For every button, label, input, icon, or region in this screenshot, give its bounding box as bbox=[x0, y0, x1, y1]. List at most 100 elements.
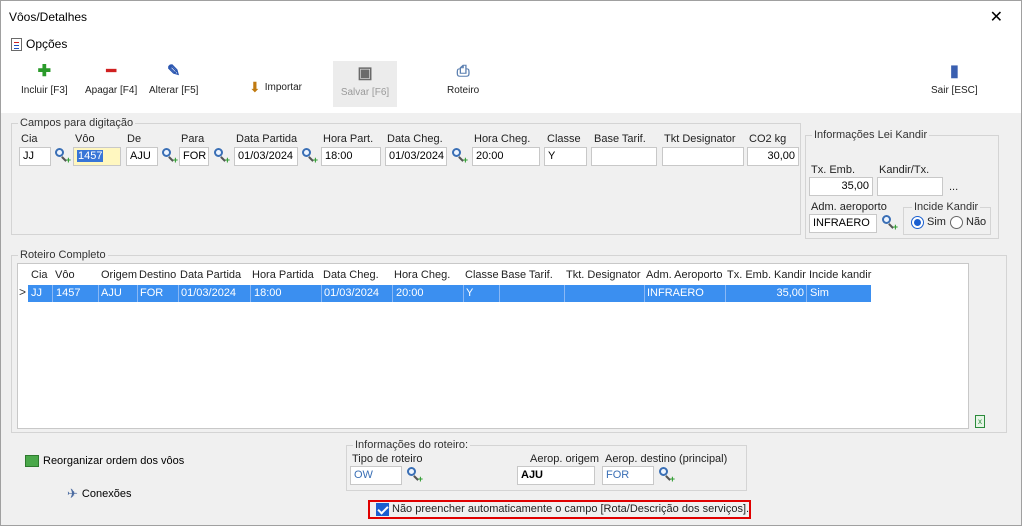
data-partida-input[interactable]: 01/03/2024 bbox=[234, 147, 298, 166]
search-tipo-roteiro-icon[interactable]: + bbox=[406, 467, 423, 484]
edit-pencil-icon: ✎ bbox=[167, 63, 181, 80]
kandir-tx-input[interactable] bbox=[877, 177, 943, 196]
tkt-designator-input[interactable] bbox=[662, 147, 744, 166]
reorganize-label: Reorganizar ordem dos vôos bbox=[43, 455, 185, 467]
window-title: Vôos/Detalhes bbox=[9, 10, 88, 24]
cell-hora-cheg: 20:00 bbox=[396, 287, 424, 299]
save-label: Salvar [F6] bbox=[340, 87, 390, 98]
incide-kandir-legend: Incide Kandir bbox=[914, 201, 979, 213]
document-icon bbox=[11, 37, 22, 51]
import-icon: ⬇ bbox=[249, 79, 261, 95]
delete-button[interactable]: ━ Apagar [F4] bbox=[85, 63, 137, 96]
menu-bar: Opções bbox=[1, 33, 1021, 57]
route-label: Roteiro bbox=[447, 85, 480, 96]
search-de-icon[interactable]: + bbox=[161, 148, 178, 165]
calendar-partida-icon[interactable]: + bbox=[301, 148, 318, 165]
incide-sim-radio[interactable] bbox=[911, 216, 924, 229]
save-button[interactable]: ▣ Salvar [F6] bbox=[333, 61, 397, 107]
col-classe: Classe bbox=[465, 269, 499, 281]
col-origem: Origem bbox=[101, 269, 138, 281]
connections-button[interactable]: ✈ Conexões bbox=[67, 486, 131, 502]
connections-label: Conexões bbox=[81, 488, 132, 500]
incide-nao-radio[interactable] bbox=[950, 216, 963, 229]
calendar-cheg-icon[interactable]: + bbox=[451, 148, 468, 165]
search-cia-icon[interactable]: + bbox=[54, 148, 71, 165]
col-hora-partida: Hora Partida bbox=[252, 269, 314, 281]
label-hora-part: Hora Part. bbox=[323, 133, 374, 145]
label-cia: Cia bbox=[21, 133, 38, 145]
kandir-legend: Informações Lei Kandir bbox=[814, 129, 928, 141]
search-adm-icon[interactable]: + bbox=[881, 215, 898, 232]
col-base-tarif: Base Tarif. bbox=[501, 269, 553, 281]
route-button[interactable]: ⎙ Roteiro bbox=[447, 63, 479, 96]
classe-input[interactable]: Y bbox=[544, 147, 587, 166]
exit-button[interactable]: ▮ Sair [ESC] bbox=[931, 63, 978, 96]
cell-adm-aeroporto: INFRAERO bbox=[647, 287, 704, 299]
import-button[interactable]: ⬇ Importar bbox=[249, 79, 302, 96]
include-label: Incluir [F3] bbox=[21, 85, 68, 96]
edit-button[interactable]: ✎ Alterar [F5] bbox=[149, 63, 198, 96]
cell-hora-partida: 18:00 bbox=[254, 287, 282, 299]
cia-input[interactable]: JJ bbox=[19, 147, 51, 166]
close-icon[interactable]: ✕ bbox=[990, 7, 1003, 27]
route-legend: Roteiro Completo bbox=[20, 249, 106, 261]
col-data-cheg: Data Cheg. bbox=[323, 269, 379, 281]
include-button[interactable]: ✚ Incluir [F3] bbox=[21, 63, 68, 96]
label-de: De bbox=[127, 133, 142, 145]
table-row[interactable]: JJ 1457 AJU FOR 01/03/2024 18:00 01/03/2… bbox=[28, 285, 871, 302]
col-tkt-designator: Tkt. Designator bbox=[566, 269, 641, 281]
menu-options-label: Opções bbox=[26, 37, 68, 51]
aerop-origem-input[interactable]: AJU bbox=[517, 466, 595, 485]
data-cheg-input[interactable]: 01/03/2024 bbox=[385, 147, 447, 166]
base-tarif-input[interactable] bbox=[591, 147, 657, 166]
cell-destino: FOR bbox=[140, 287, 164, 299]
title-bar: Vôos/Detalhes ✕ bbox=[1, 1, 1021, 33]
entry-fields-legend: Campos para digitação bbox=[20, 117, 134, 129]
toolbar: ✚ Incluir [F3] ━ Apagar [F4] ✎ Alterar [… bbox=[1, 57, 1021, 113]
label-aerop-destino: Aerop. destino (principal) bbox=[605, 453, 728, 465]
label-voo: Vôo bbox=[75, 133, 95, 145]
auto-fill-checkbox-label: Não preencher automaticamente o campo [R… bbox=[392, 503, 750, 515]
search-para-icon[interactable]: + bbox=[213, 148, 230, 165]
incide-sim-label: Sim bbox=[927, 216, 946, 228]
col-tx-emb-kandir: Tx. Emb. Kandir bbox=[727, 269, 806, 281]
menu-options[interactable]: Opções bbox=[11, 37, 67, 51]
connections-icon: ✈ bbox=[67, 486, 78, 501]
reorganize-flights-button[interactable]: Reorganizar ordem dos vôos bbox=[25, 455, 184, 467]
label-tx-emb: Tx. Emb. bbox=[811, 164, 856, 176]
adm-aeroporto-input[interactable]: INFRAERO bbox=[809, 214, 877, 233]
cell-data-partida: 01/03/2024 bbox=[181, 287, 237, 299]
delete-label: Apagar [F4] bbox=[85, 85, 138, 96]
cell-cia: JJ bbox=[31, 287, 42, 299]
aerop-destino-input[interactable]: FOR bbox=[602, 466, 654, 485]
cell-incide-kandir: Sim bbox=[810, 287, 829, 299]
col-voo: Vôo bbox=[55, 269, 75, 281]
col-hora-cheg: Hora Cheg. bbox=[394, 269, 451, 281]
co2-input[interactable]: 30,00 bbox=[747, 147, 799, 166]
kandir-ellipsis-button[interactable]: ... bbox=[949, 181, 958, 193]
auto-fill-checkbox[interactable] bbox=[376, 503, 389, 516]
hora-cheg-input[interactable]: 20:00 bbox=[472, 147, 540, 166]
de-input[interactable]: AJU bbox=[126, 147, 158, 166]
cell-data-cheg: 01/03/2024 bbox=[324, 287, 380, 299]
label-aerop-origem: Aerop. origem bbox=[530, 453, 600, 465]
import-label: Importar bbox=[264, 82, 302, 93]
hora-part-input[interactable]: 18:00 bbox=[321, 147, 381, 166]
label-para: Para bbox=[181, 133, 205, 145]
route-grid: Cia Vôo Origem Destino Data Partida Hora… bbox=[17, 263, 969, 429]
search-aerop-destino-icon[interactable]: + bbox=[658, 467, 675, 484]
excel-export-icon[interactable]: x bbox=[975, 415, 985, 428]
para-input[interactable]: FOR bbox=[179, 147, 209, 166]
voo-input[interactable]: 1457 bbox=[73, 147, 121, 166]
route-info-legend: Informações do roteiro: bbox=[355, 439, 469, 451]
label-hora-cheg: Hora Cheg. bbox=[474, 133, 531, 145]
col-data-partida: Data Partida bbox=[180, 269, 242, 281]
cell-classe: Y bbox=[466, 287, 474, 299]
col-destino: Destino bbox=[139, 269, 177, 281]
label-classe: Classe bbox=[547, 133, 581, 145]
cell-origem: AJU bbox=[101, 287, 122, 299]
tipo-roteiro-input[interactable]: OW bbox=[350, 466, 402, 485]
tx-emb-input[interactable]: 35,00 bbox=[809, 177, 873, 196]
label-data-cheg: Data Cheg. bbox=[387, 133, 443, 145]
minus-icon: ━ bbox=[106, 63, 116, 80]
